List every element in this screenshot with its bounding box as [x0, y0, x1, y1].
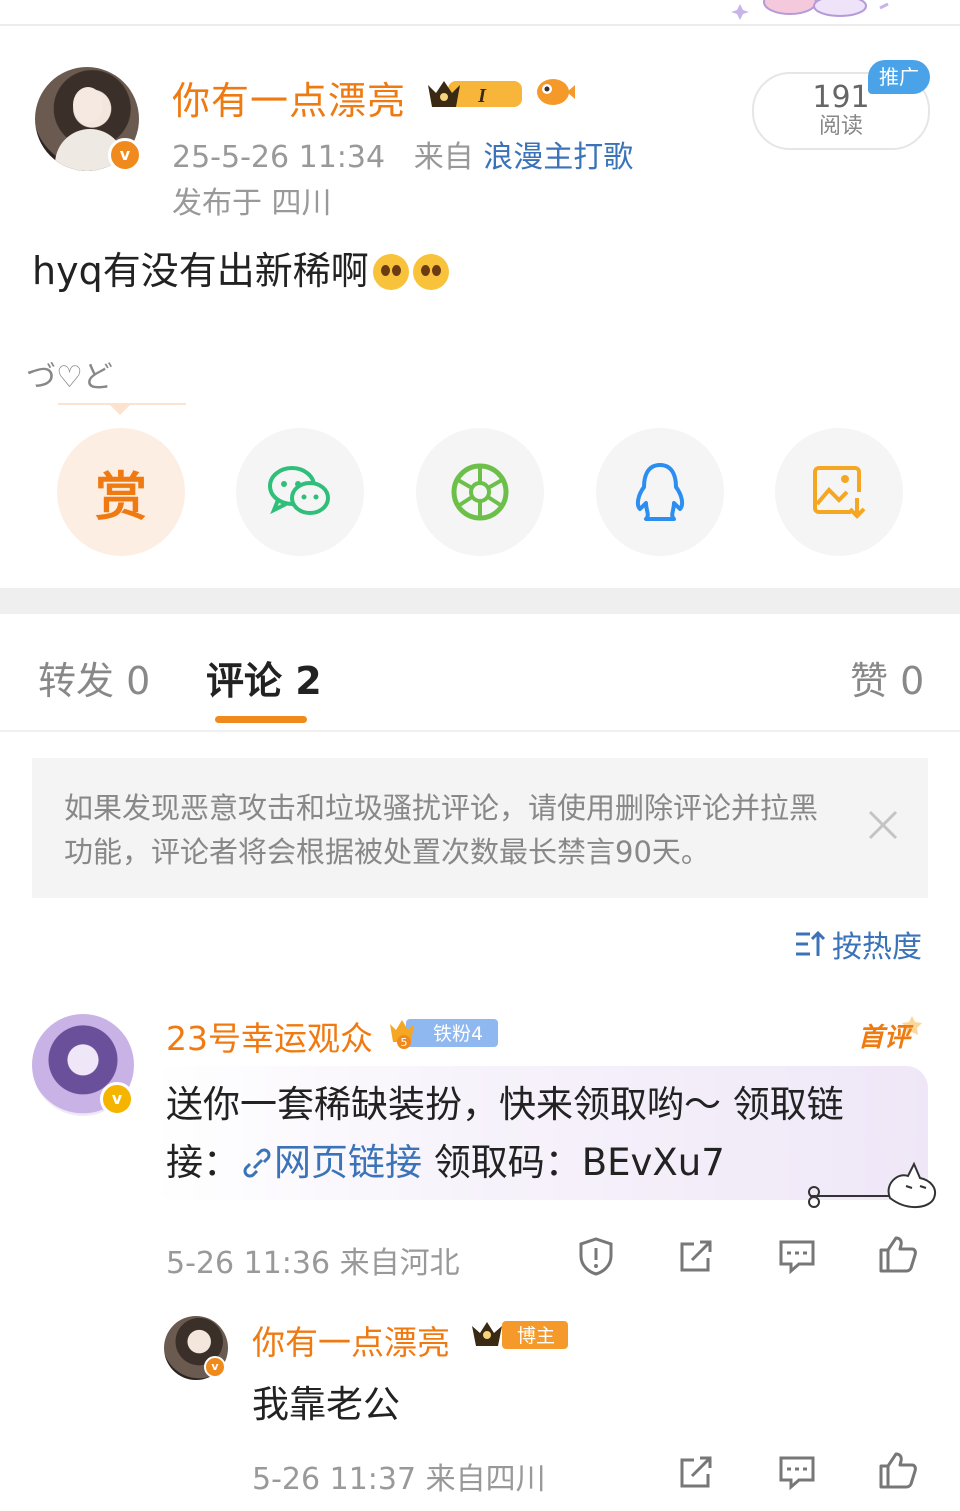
comment-time: 5-26 11:36 — [166, 1246, 331, 1281]
link-icon — [243, 1148, 271, 1178]
tab-likes[interactable]: 赞 0 — [850, 650, 924, 705]
repost-icon[interactable] — [676, 1452, 716, 1492]
post-timestamp: 25-5-26 11:34 — [172, 140, 386, 175]
sort-by-hot-button[interactable]: 按热度 — [794, 922, 922, 966]
post-from-label: 来自 — [413, 140, 474, 175]
save-image-button[interactable] — [775, 428, 903, 556]
cat-doodle-icon — [808, 1161, 936, 1208]
comment-text: 送你一套稀缺装扮，快来领取哟～ 领取链接： 网页链接 领取码：BEvXu7 — [166, 1076, 916, 1192]
close-icon[interactable] — [866, 808, 900, 842]
decoration-kaomoji: づ♡ど — [26, 360, 113, 395]
verified-icon: v — [100, 1082, 134, 1116]
share-wechat-button[interactable] — [236, 428, 364, 556]
moments-icon — [451, 463, 509, 521]
verified-icon: v — [204, 1356, 226, 1378]
reward-icon: 赏 — [94, 467, 147, 528]
reply-icon[interactable] — [777, 1236, 817, 1276]
svg-text:铁粉4: 铁粉4 — [433, 1023, 483, 1045]
tab-repost[interactable]: 转发 0 — [38, 650, 150, 705]
comment-location: 来自河北 — [339, 1246, 460, 1281]
reply-author-name[interactable]: 你有一点漂亮 — [252, 1316, 450, 1364]
post-meta: 25-5-26 11:34 来自 浪漫主打歌 — [172, 132, 633, 176]
reply-text: 我靠老公 — [252, 1383, 400, 1426]
iron-fan-badge: 5 铁粉4 — [390, 1019, 498, 1049]
blogger-badge: 博主 — [472, 1321, 568, 1349]
pleading-emoji-icon — [412, 254, 449, 290]
comment-meta: 5-26 11:36 来自河北 — [166, 1238, 460, 1282]
svg-text:首评: 首评 — [858, 1023, 914, 1053]
like-icon[interactable] — [878, 1450, 918, 1490]
svg-text:I: I — [477, 85, 487, 107]
qq-icon — [635, 463, 685, 521]
report-icon[interactable] — [576, 1236, 616, 1276]
repost-icon[interactable] — [676, 1236, 716, 1276]
web-link[interactable]: 网页链接 — [274, 1141, 422, 1184]
author-name[interactable]: 你有一点漂亮 — [172, 70, 406, 125]
reply-time: 5-26 11:37 — [252, 1462, 417, 1497]
reply-location: 来自四川 — [425, 1462, 546, 1497]
post-location: 发布于 四川 — [172, 186, 332, 221]
tip-arrow — [108, 403, 132, 415]
pleading-emoji-icon — [372, 254, 409, 290]
svg-text:博主: 博主 — [517, 1325, 555, 1347]
commenter-name[interactable]: 23号幸运观众 — [166, 1012, 373, 1060]
tab-comments[interactable]: 评论 2 — [206, 650, 322, 705]
share-moments-button[interactable] — [416, 428, 544, 556]
sort-icon — [796, 930, 826, 956]
post-text: hyq有没有出新稀啊 — [32, 240, 449, 295]
like-icon[interactable] — [878, 1234, 918, 1274]
reply-icon[interactable] — [777, 1452, 817, 1492]
tabs-divider — [0, 730, 960, 732]
comment-text-after: 领取码：BEvXu7 — [422, 1141, 725, 1184]
notice-text: 如果发现恶意攻击和垃圾骚扰评论，请使用删除评论并拉黑功能，评论者将会根据被处置次… — [64, 791, 819, 869]
wechat-icon — [268, 466, 330, 515]
post-source-link[interactable]: 浪漫主打歌 — [483, 140, 633, 175]
post-text-content: hyq有没有出新稀啊 — [32, 249, 369, 293]
sticker-decoration-icon — [731, 0, 889, 20]
sort-label: 按热度 — [832, 930, 922, 965]
member-crown-badge-icon: I — [428, 81, 522, 107]
promote-tag[interactable]: 推广 — [868, 60, 930, 94]
section-divider — [0, 588, 960, 614]
first-comment-badge: 首评 — [858, 1016, 922, 1053]
reward-button[interactable]: 赏 — [57, 428, 185, 556]
comment-notice: 如果发现恶意攻击和垃圾骚扰评论，请使用删除评论并拉黑功能，评论者将会根据被处置次… — [32, 758, 928, 898]
save-image-icon — [813, 466, 866, 519]
svg-text:5: 5 — [401, 1036, 408, 1049]
share-qq-button[interactable] — [596, 428, 724, 556]
verified-icon: v — [108, 138, 142, 172]
pufferfish-icon — [537, 79, 575, 105]
reply-meta: 5-26 11:37 来自四川 — [252, 1454, 546, 1498]
active-tab-indicator — [215, 716, 307, 723]
read-label: 阅读 — [818, 114, 863, 139]
